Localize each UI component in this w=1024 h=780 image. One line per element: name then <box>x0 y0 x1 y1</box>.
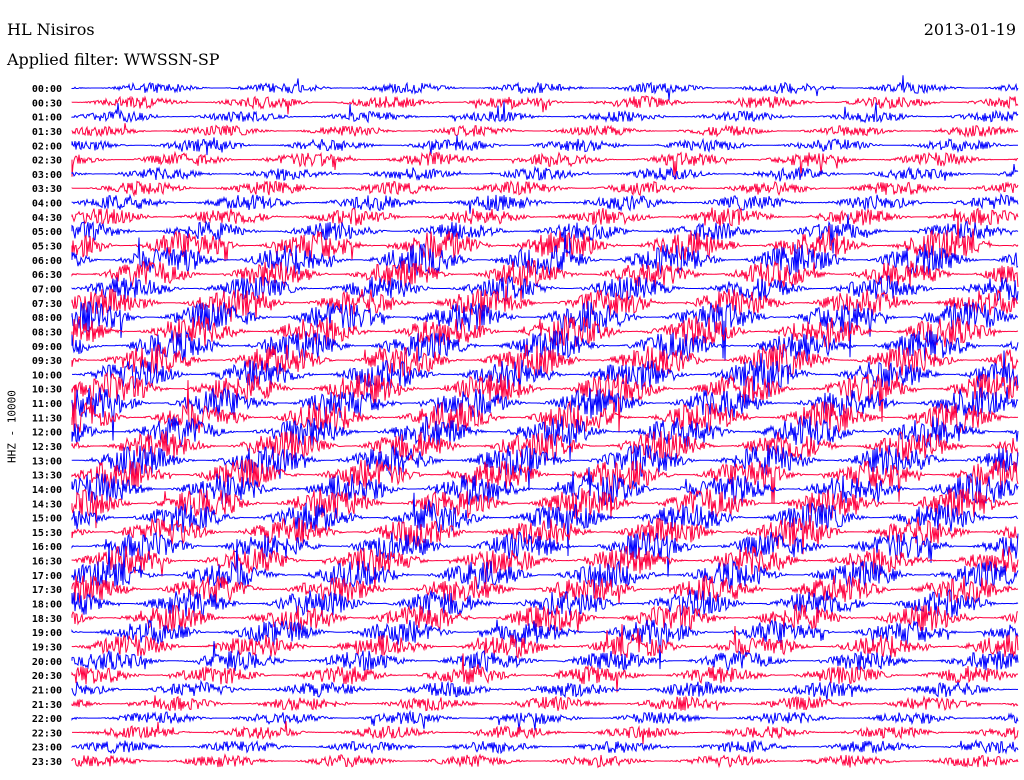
row-time-label: 11:30 <box>32 413 62 424</box>
trace-row-0600 <box>71 226 1019 277</box>
row-time-label: 20:30 <box>32 671 62 682</box>
trace-row-2300 <box>71 739 1019 755</box>
trace-row-0200 <box>71 135 1018 156</box>
row-time-label: 06:30 <box>32 270 62 281</box>
trace-row-0530 <box>71 215 1019 262</box>
row-time-label: 06:00 <box>32 256 62 267</box>
row-time-label: 12:00 <box>32 428 62 439</box>
trace-row-0300 <box>71 164 1019 182</box>
row-time-label: 03:00 <box>32 170 62 181</box>
trace-row-0400 <box>71 192 1019 214</box>
row-time-label: 20:00 <box>32 657 62 668</box>
trace-row-2200 <box>71 709 1019 731</box>
trace-row-0330 <box>71 179 1019 197</box>
row-time-label: 16:30 <box>32 557 62 568</box>
row-time-label: 17:00 <box>32 571 62 582</box>
row-time-label: 07:00 <box>32 284 62 295</box>
row-time-label: 00:30 <box>32 98 62 109</box>
row-time-label: 21:00 <box>32 685 62 696</box>
row-time-label: 03:30 <box>32 184 62 195</box>
row-time-label: 22:30 <box>32 728 62 739</box>
row-time-label: 10:30 <box>32 385 62 396</box>
row-time-label: 14:00 <box>32 485 62 496</box>
row-time-label: 16:00 <box>32 542 62 553</box>
row-time-label: 13:00 <box>32 456 62 467</box>
row-time-label: 18:30 <box>32 614 62 625</box>
row-time-label: 22:00 <box>32 714 62 725</box>
row-time-label: 05:30 <box>32 242 62 253</box>
row-time-label: 01:00 <box>32 113 62 124</box>
row-time-label: 10:00 <box>32 370 62 381</box>
trace-row-0130 <box>71 123 1019 138</box>
row-time-label: 11:00 <box>32 399 62 410</box>
helicorder-plot: 00:00 00:30 01:00 01:30 02:00 02:30 03:00 03:30… <box>32 75 1019 769</box>
row-time-label: 18:00 <box>32 600 62 611</box>
row-time-label: 13:30 <box>32 471 62 482</box>
trace-row-2000 <box>71 641 1019 673</box>
row-time-label: 17:30 <box>32 585 62 596</box>
row-time-label: 15:30 <box>32 528 62 539</box>
row-time-label: 19:00 <box>32 628 62 639</box>
row-time-label: 01:30 <box>32 127 62 138</box>
row-time-label: 08:30 <box>32 327 62 338</box>
trace-row-0430 <box>71 207 1019 229</box>
trace-row-0000 <box>71 75 1019 101</box>
row-time-label: 14:30 <box>32 499 62 510</box>
row-time-label: 12:30 <box>32 442 62 453</box>
row-time-label: 00:00 <box>32 84 62 95</box>
row-time-label: 02:00 <box>32 141 62 152</box>
row-time-label: 09:30 <box>32 356 62 367</box>
row-time-label: 04:30 <box>32 213 62 224</box>
row-time-label: 07:30 <box>32 299 62 310</box>
row-time-label: 04:00 <box>32 199 62 210</box>
row-time-label: 02:30 <box>32 156 62 167</box>
trace-row-2100 <box>71 679 1019 701</box>
row-time-label: 09:00 <box>32 342 62 353</box>
row-time-label: 15:00 <box>32 514 62 525</box>
row-time-label: 08:00 <box>32 313 62 324</box>
trace-row-1600 <box>71 531 1019 577</box>
trace-row-2230 <box>72 721 1019 745</box>
trace-row-2330 <box>71 753 1019 769</box>
row-time-label: 19:30 <box>32 642 62 653</box>
row-time-label: 05:00 <box>32 227 62 238</box>
row-time-label: 23:00 <box>32 743 62 754</box>
row-time-label: 23:30 <box>32 757 62 768</box>
trace-row-1830 <box>71 604 1019 633</box>
trace-row-2130 <box>71 695 1019 712</box>
row-time-label: 21:30 <box>32 700 62 711</box>
